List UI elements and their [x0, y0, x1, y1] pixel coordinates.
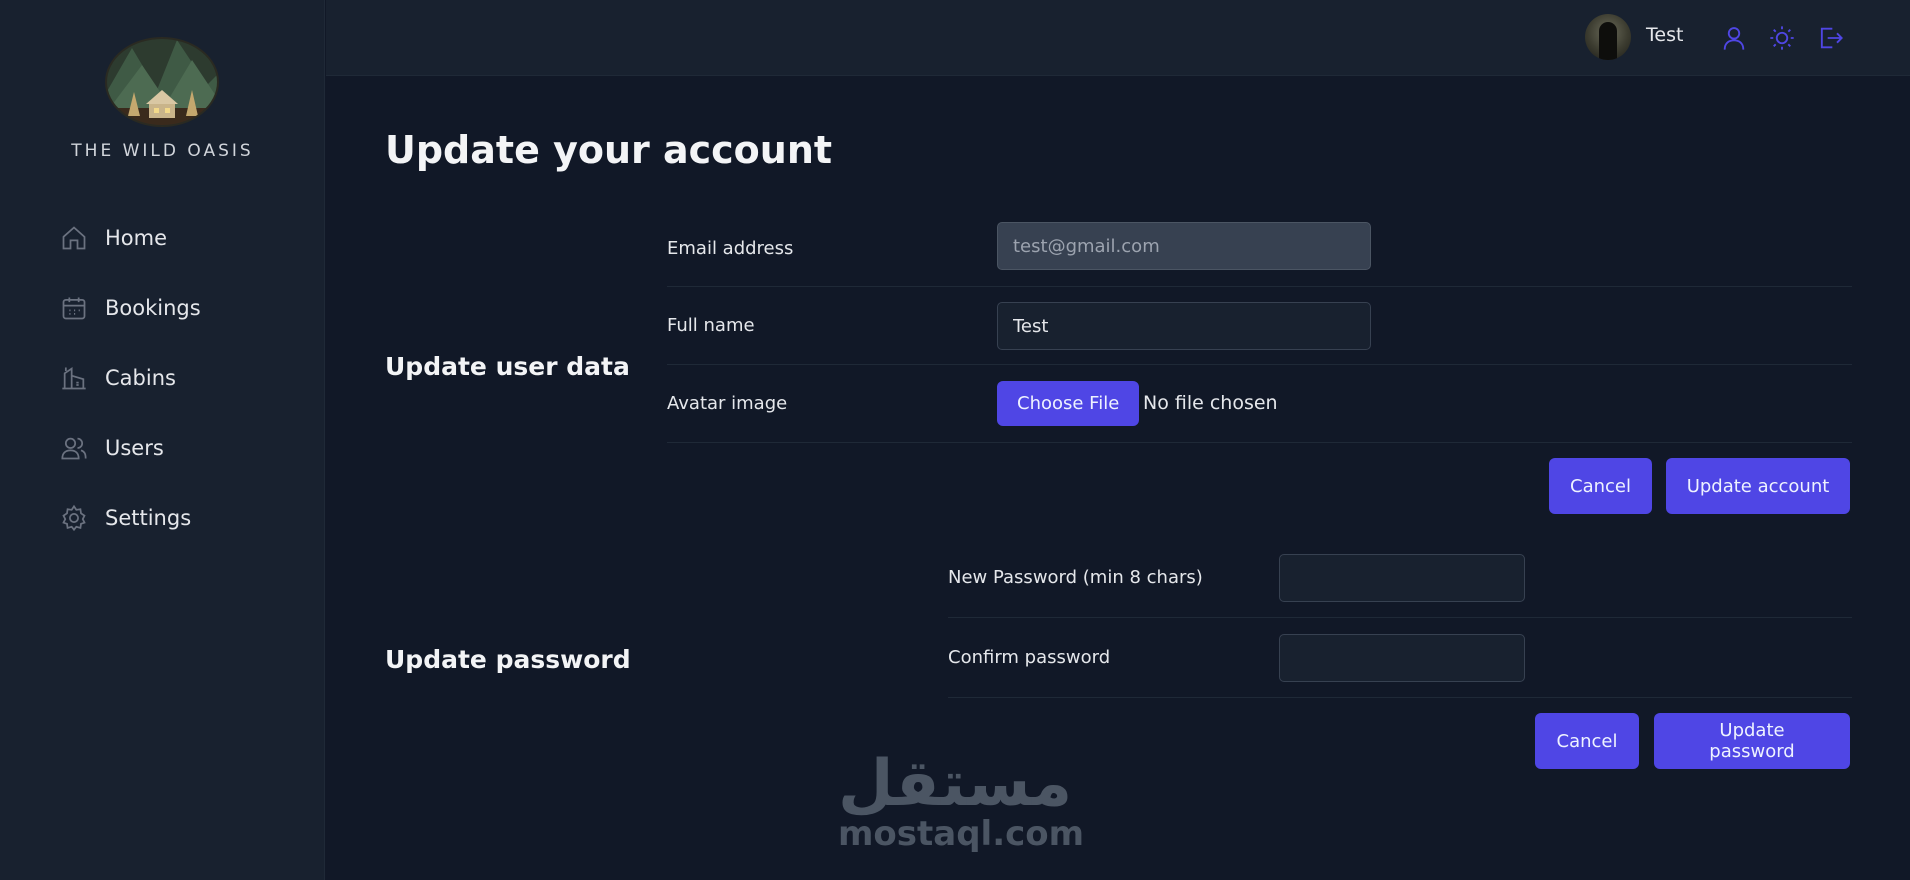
new-password-label: New Password (min 8 chars)	[948, 567, 1203, 588]
new-password-field[interactable]	[1279, 554, 1525, 602]
page-title: Update your account	[385, 128, 833, 172]
cabin-icon	[62, 367, 86, 390]
fullname-field[interactable]	[997, 302, 1371, 350]
sidebar: THE WILD OASIS Home Bookings Cabins User…	[0, 0, 325, 880]
users-icon	[61, 437, 87, 460]
update-password-button[interactable]: Update password	[1654, 713, 1850, 769]
sidebar-item-bookings[interactable]: Bookings	[52, 284, 282, 332]
avatar-label: Avatar image	[667, 393, 788, 414]
logo-image	[105, 37, 219, 127]
confirm-password-field[interactable]	[1279, 634, 1525, 682]
update-account-button[interactable]: Update account	[1666, 458, 1850, 514]
sidebar-item-label: Users	[105, 436, 164, 460]
home-icon	[62, 226, 86, 250]
avatar	[1585, 14, 1631, 60]
file-status: No file chosen	[1143, 392, 1278, 414]
section-title-password: Update password	[385, 645, 631, 674]
sidebar-item-label: Bookings	[105, 296, 201, 320]
sidebar-item-label: Cabins	[105, 366, 176, 390]
email-label: Email address	[667, 237, 794, 259]
cancel-account-button[interactable]: Cancel	[1549, 458, 1652, 514]
choose-file-button[interactable]: Choose File	[997, 381, 1140, 426]
watermark: مستقل mostaql.com	[838, 747, 1085, 854]
logout-icon[interactable]	[1816, 24, 1844, 52]
sidebar-item-users[interactable]: Users	[52, 424, 282, 472]
user-name: Test	[1646, 24, 1684, 46]
sidebar-item-home[interactable]: Home	[52, 214, 282, 262]
watermark-arabic: مستقل	[838, 747, 1073, 821]
sidebar-item-label: Home	[105, 226, 168, 250]
email-field[interactable]	[997, 222, 1371, 270]
watermark-latin: mostaql.com	[838, 814, 1085, 854]
sidebar-item-cabins[interactable]: Cabins	[52, 354, 282, 402]
confirm-password-label: Confirm password	[948, 647, 1111, 668]
cancel-password-button[interactable]: Cancel	[1535, 713, 1639, 769]
user-icon[interactable]	[1720, 24, 1748, 52]
sidebar-item-settings[interactable]: Settings	[52, 494, 282, 542]
sidebar-nav: Home Bookings Cabins Users Settings	[52, 214, 282, 564]
sidebar-item-label: Settings	[105, 506, 192, 530]
fullname-label: Full name	[667, 315, 755, 336]
calendar-icon	[62, 297, 86, 320]
sun-icon[interactable]	[1768, 24, 1796, 52]
gear-icon	[62, 504, 86, 532]
brand-name: THE WILD OASIS	[71, 141, 254, 161]
section-title-user-data: Update user data	[385, 352, 630, 381]
